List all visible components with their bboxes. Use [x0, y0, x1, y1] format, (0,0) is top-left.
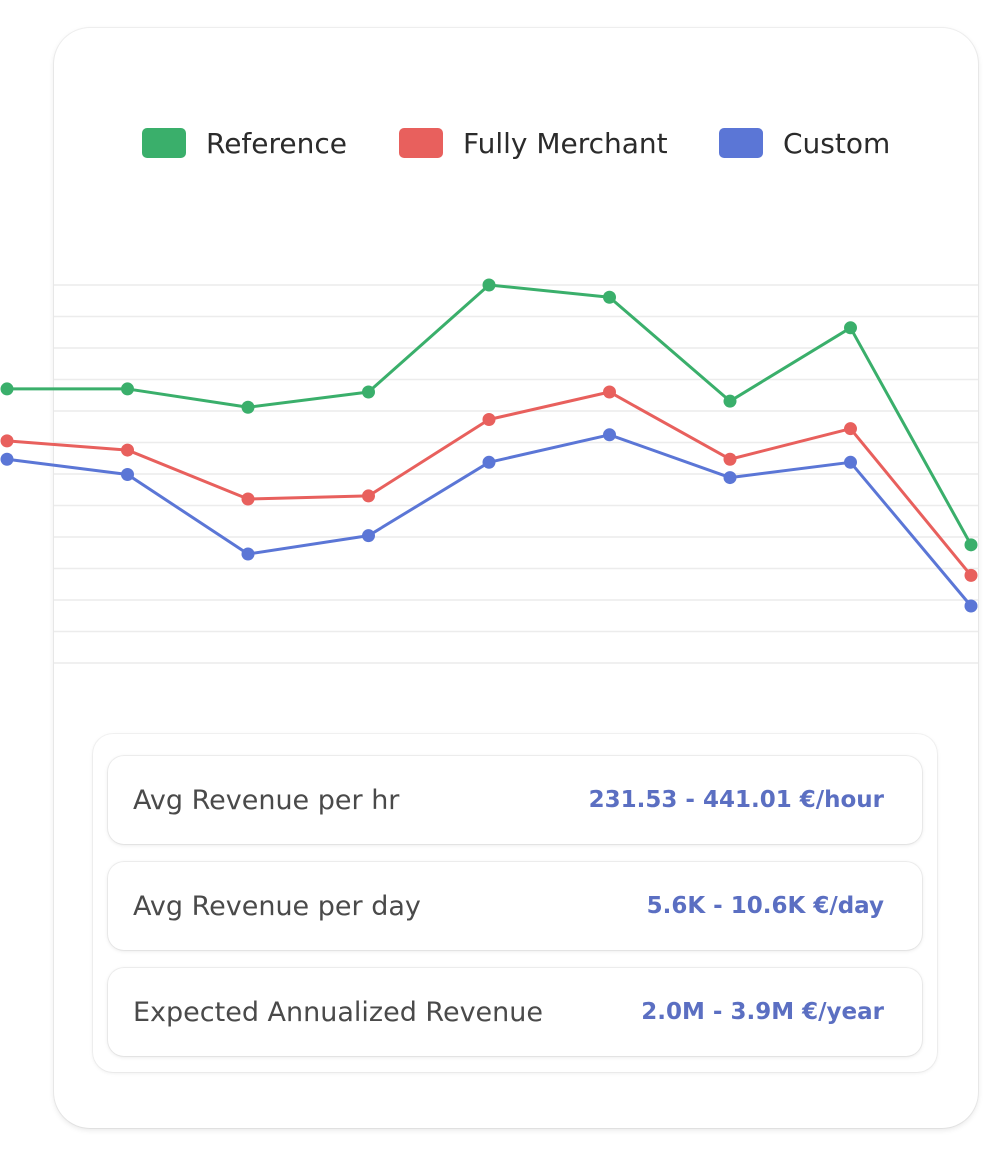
data-point-reference[interactable] [964, 538, 978, 552]
data-point-custom[interactable] [121, 468, 134, 482]
chart-gridlines [54, 284, 978, 664]
metric-value: 5.6K - 10.6K €/day [646, 893, 884, 919]
legend-swatch-reference [142, 128, 186, 158]
data-point-fully-merchant[interactable] [723, 452, 737, 466]
data-point-reference[interactable] [723, 394, 737, 408]
data-point-fully-merchant[interactable] [0, 434, 14, 448]
data-point-reference[interactable] [844, 321, 857, 335]
metric-row-annualized-revenue: Expected Annualized Revenue 2.0M - 3.9M … [108, 968, 922, 1056]
data-point-reference[interactable] [0, 382, 14, 396]
data-point-custom[interactable] [482, 455, 496, 469]
metric-label: Expected Annualized Revenue [133, 996, 543, 1028]
data-point-fully-merchant[interactable] [603, 385, 616, 399]
legend-label-reference: Reference [206, 126, 347, 160]
legend-item-custom[interactable]: Custom [719, 118, 890, 168]
data-point-custom[interactable] [723, 471, 737, 485]
legend-item-fully-merchant[interactable]: Fully Merchant [399, 118, 668, 168]
data-point-fully-merchant[interactable] [964, 568, 978, 582]
legend-swatch-fully-merchant [399, 128, 443, 158]
chart-series-points [0, 278, 978, 613]
data-point-custom[interactable] [844, 455, 857, 469]
data-point-reference[interactable] [362, 385, 375, 399]
data-point-custom[interactable] [241, 547, 255, 561]
metric-label: Avg Revenue per day [133, 890, 421, 922]
revenue-metrics-panel: Avg Revenue per hr 231.53 - 441.01 €/hou… [93, 734, 937, 1072]
metric-row-revenue-per-hr: Avg Revenue per hr 231.53 - 441.01 €/hou… [108, 756, 922, 844]
data-point-custom[interactable] [964, 599, 978, 613]
data-point-custom[interactable] [362, 529, 375, 543]
metric-row-revenue-per-day: Avg Revenue per day 5.6K - 10.6K €/day [108, 862, 922, 950]
data-point-fully-merchant[interactable] [362, 489, 375, 503]
legend-item-reference[interactable]: Reference [142, 118, 347, 168]
data-point-fully-merchant[interactable] [241, 492, 255, 506]
legend-label-custom: Custom [783, 126, 891, 160]
metric-label: Avg Revenue per hr [133, 784, 400, 816]
data-point-fully-merchant[interactable] [482, 413, 496, 427]
metric-value: 231.53 - 441.01 €/hour [588, 787, 884, 813]
data-point-fully-merchant[interactable] [121, 443, 134, 457]
data-point-custom[interactable] [603, 428, 616, 442]
data-point-fully-merchant[interactable] [844, 422, 857, 436]
line-chart [0, 278, 978, 664]
data-point-reference[interactable] [241, 400, 255, 414]
metric-value: 2.0M - 3.9M €/year [641, 999, 884, 1025]
legend-swatch-custom [719, 128, 763, 158]
data-point-reference[interactable] [603, 290, 616, 304]
chart-legend: Reference Fully Merchant Custom [0, 118, 1006, 168]
chart-series-lines [6, 283, 973, 607]
legend-label-fully-merchant: Fully Merchant [463, 126, 668, 160]
data-point-reference[interactable] [121, 382, 134, 396]
data-point-reference[interactable] [482, 278, 496, 292]
data-point-custom[interactable] [0, 452, 14, 466]
